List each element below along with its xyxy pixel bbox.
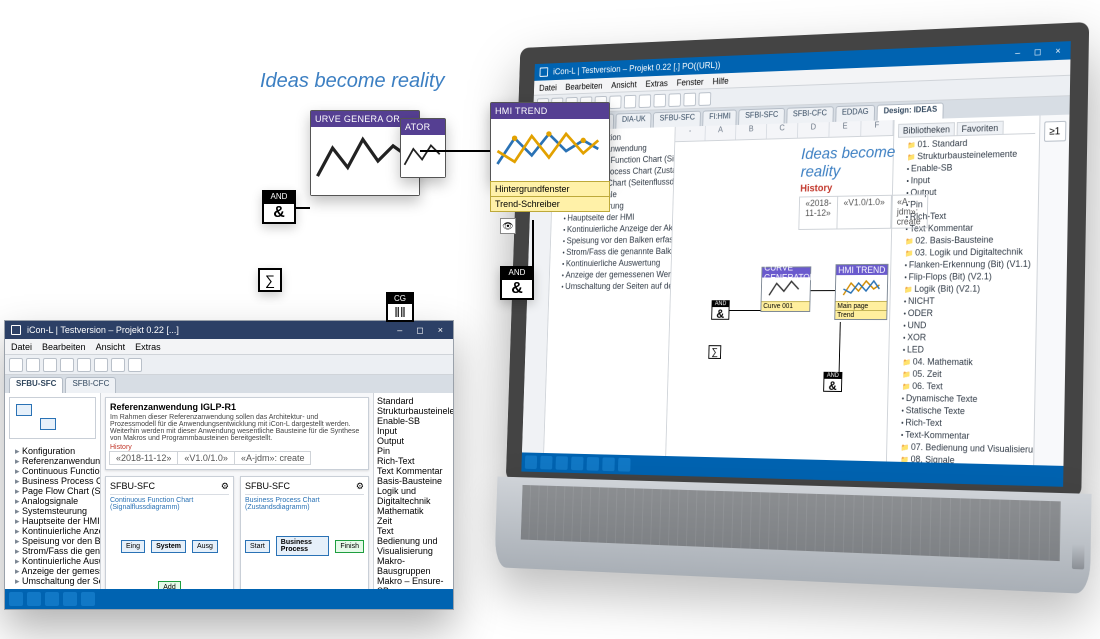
toolbar-button[interactable] (668, 93, 681, 107)
flow-node[interactable]: Eing (121, 540, 145, 553)
toolbar-button[interactable] (653, 93, 666, 107)
minimize-button[interactable]: – (1011, 47, 1024, 58)
tree-tab[interactable]: Bibliotheken (898, 122, 955, 137)
block-and[interactable]: AND& (711, 300, 730, 320)
doc-tab[interactable]: SFBI-CFC (786, 106, 833, 123)
flow-node[interactable]: Add (158, 581, 180, 589)
toolbar-button[interactable] (639, 94, 652, 108)
menu-item[interactable]: Datei (11, 342, 32, 352)
doc-tab[interactable]: FI:HMI (536, 115, 569, 131)
toolbar-button[interactable] (683, 92, 696, 106)
block-sigma[interactable]: ∑ (708, 345, 721, 359)
laptop-screen: iCon-L | Testversion – Projekt 0.22 [.] … (506, 22, 1089, 498)
menu-item[interactable]: Extras (135, 342, 161, 352)
history-row: «2018-11-12»«V1.0/1.0»«A-jdm»: create (799, 194, 928, 230)
menu-item[interactable]: Fenster (676, 77, 703, 88)
laptop-device: iCon-L | Testversion – Projekt 0.22 [.] … (503, 22, 1090, 603)
flow-node[interactable]: Ausg (192, 540, 218, 553)
menu-item[interactable]: Extras (645, 78, 668, 88)
toolbar-button[interactable] (698, 92, 711, 106)
nav-tree[interactable]: Konfiguration Referenzanwendung Continuo… (5, 393, 101, 589)
close-button[interactable]: × (1051, 45, 1064, 56)
badge-ge1[interactable]: ≥1 (1044, 121, 1066, 142)
toolbar-button[interactable] (609, 95, 622, 109)
menu-item[interactable]: Hilfe (712, 76, 728, 86)
toolbar-button[interactable] (551, 97, 563, 111)
gear-icon[interactable]: ⚙ (221, 481, 229, 492)
menu-item[interactable]: Datei (539, 82, 557, 92)
doc-tab[interactable]: SFBU-SFC (653, 111, 701, 128)
block-cg[interactable]: CG‖‖ (386, 292, 414, 322)
library-tree[interactable]: StandardStrukturbausteinelemente Enable-… (373, 393, 453, 589)
doc-tab[interactable]: SFBI-CFC (65, 377, 116, 393)
minimize-button[interactable]: – (393, 325, 406, 335)
laptop-keyboard (494, 477, 1091, 594)
app-icon (540, 67, 549, 77)
gutter-right: ≥1 (1033, 115, 1069, 466)
doc-tab[interactable]: DIA-UK (616, 112, 652, 128)
doc-tab[interactable]: SFBU-SFC (9, 377, 63, 393)
block-curve-generator[interactable]: ATOR (400, 118, 446, 178)
menu-item[interactable]: Ansicht (96, 342, 126, 352)
diagram-canvas[interactable]: Ideas become reality History «2018-11-12… (666, 136, 893, 462)
design-area[interactable]: Referenzanwendung IGLP-R1 Im Rahmen dies… (101, 393, 373, 589)
nav-tree-left[interactable]: Konfiguration Referenzanwendung Continuo… (544, 127, 676, 456)
menu-item[interactable]: Bearbeiten (42, 342, 86, 352)
block-curve-generator[interactable]: CURVE GENERATOR Curve 001 (760, 266, 811, 312)
block-hmi-trend[interactable]: HMI TREND Main page Trend (834, 264, 888, 320)
menu-item[interactable]: Ansicht (611, 79, 637, 89)
doc-tab[interactable]: EDDAG (835, 105, 875, 122)
toolbar-button[interactable] (580, 96, 592, 110)
history-title: History (800, 181, 928, 195)
start-icon[interactable] (525, 455, 537, 469)
block-and[interactable]: AND& (823, 372, 842, 392)
toolbar-button[interactable] (537, 98, 549, 112)
maximize-button[interactable]: ◻ (412, 325, 427, 336)
window-secondary[interactable]: iCon-L | Testversion – Projekt 0.22 [...… (4, 320, 454, 610)
doc-body: Im Rahmen dieser Referenzanwendung solle… (110, 414, 364, 442)
toolbar-button[interactable] (624, 94, 637, 108)
toolbar-button[interactable] (565, 97, 577, 111)
block-curve-generator[interactable]: URVE GENERA OR (310, 110, 420, 196)
slogan-text: Ideas become reality (800, 143, 929, 182)
gear-icon[interactable]: ⚙ (356, 481, 364, 492)
slogan-big: Ideas become reality (260, 70, 445, 93)
block-and-big[interactable]: AND& (262, 190, 296, 224)
doc-title: Referenzanwendung IGLP-R1 (110, 402, 236, 412)
doc-tab[interactable]: SFBI-SFC (739, 108, 785, 125)
block-sigma-big[interactable]: ∑ (258, 268, 282, 292)
tree-tab[interactable]: Favoriten (957, 121, 1004, 135)
doc-tab[interactable]: FI:HMI (703, 109, 737, 126)
menu-item[interactable]: Bearbeiten (565, 80, 603, 91)
maximize-button[interactable]: ◻ (1030, 46, 1046, 58)
close-button[interactable]: × (434, 325, 447, 335)
doc-tab[interactable]: DIAGRAM (570, 114, 615, 131)
app-icon (11, 325, 21, 335)
minimap[interactable] (9, 397, 96, 439)
toolbar-button[interactable] (594, 95, 606, 109)
window-title: iCon-L | Testversion – Projekt 0.22 [...… (27, 325, 179, 335)
